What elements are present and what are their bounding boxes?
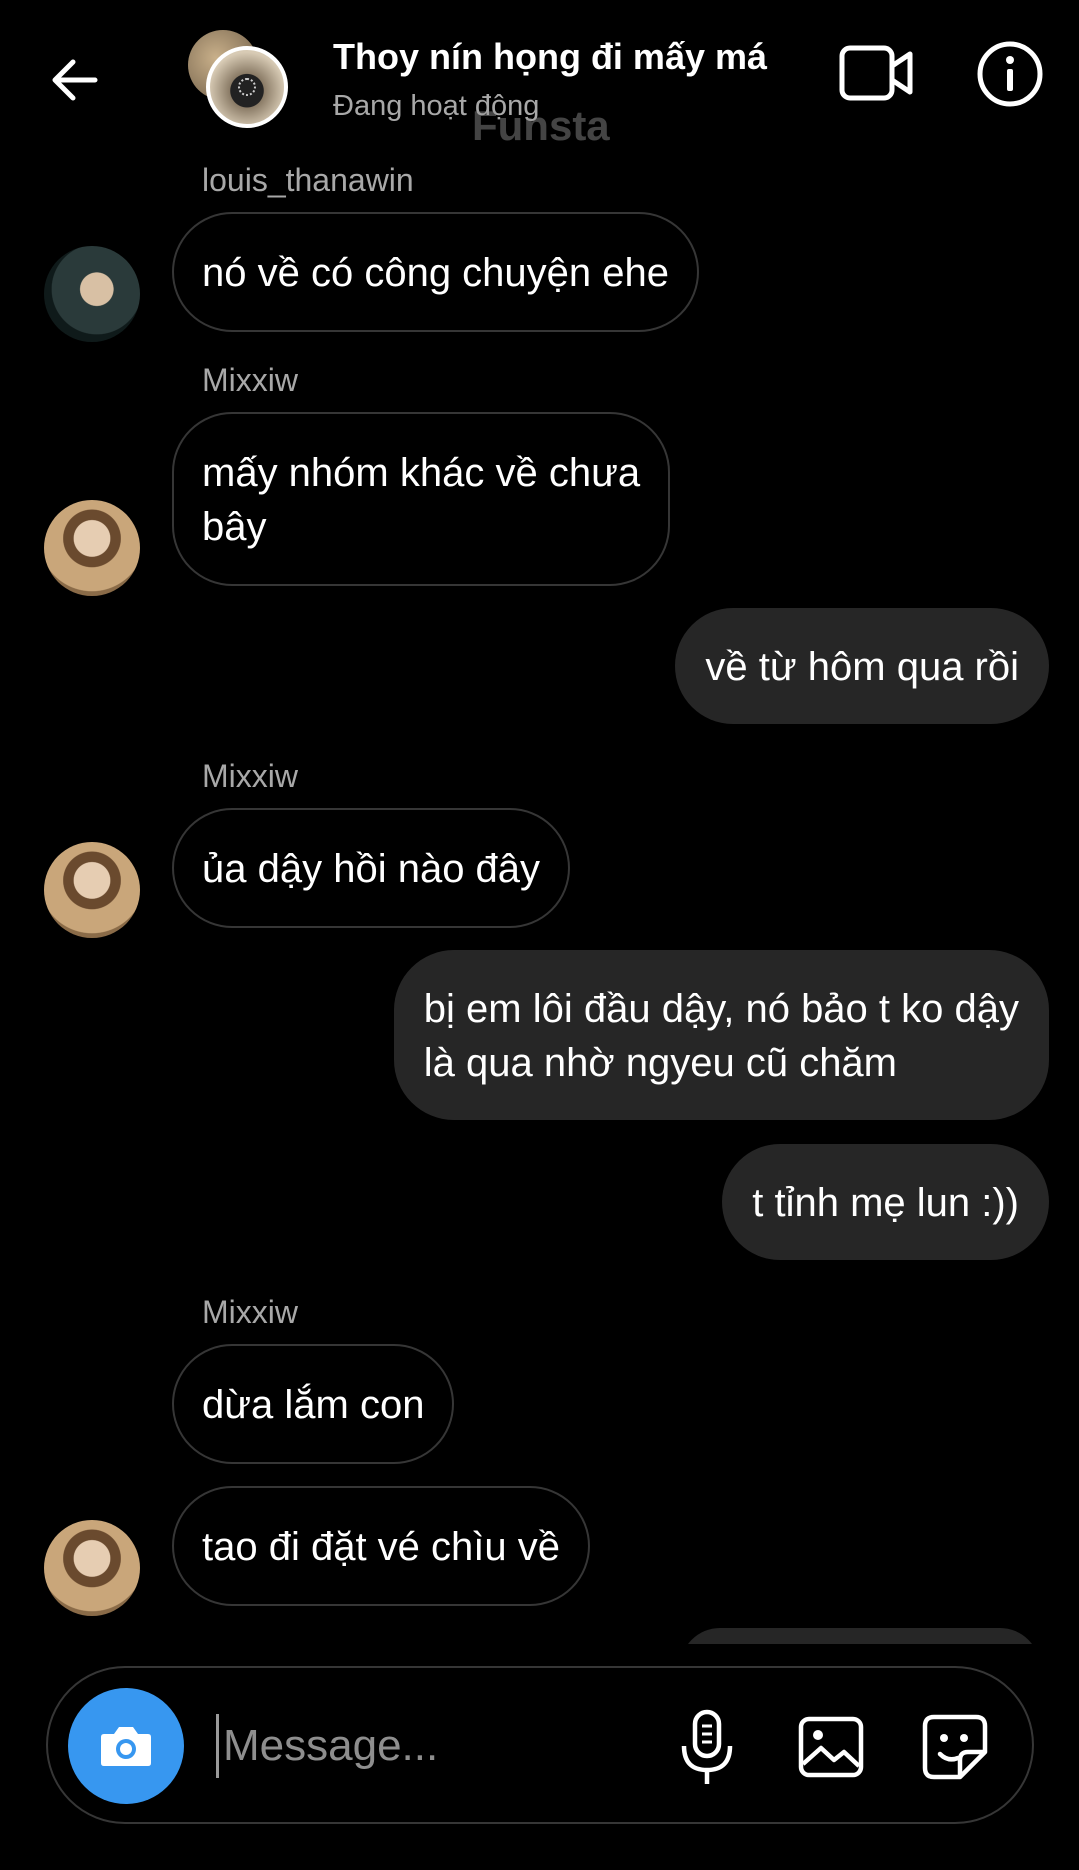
message-text: tao đi đặt vé chìu về xyxy=(202,1525,561,1569)
gallery-button[interactable] xyxy=(796,1712,866,1782)
arrow-left-icon xyxy=(52,59,98,101)
outgoing-message[interactable]: t tỉnh mẹ lun :)) xyxy=(722,1144,1049,1260)
incoming-message[interactable]: mấy nhóm khác về chưa bây xyxy=(172,412,671,586)
message-text: ủa dậy hồi nào đây xyxy=(202,847,541,891)
camera-button[interactable] xyxy=(68,1688,184,1804)
partial-outgoing-message xyxy=(680,1628,1040,1644)
message-text: nó về có công chuyện ehe xyxy=(202,251,670,295)
incoming-message[interactable]: tao đi đặt vé chìu về xyxy=(172,1486,591,1606)
video-call-button[interactable] xyxy=(838,40,914,106)
group-avatar[interactable] xyxy=(188,28,298,128)
incoming-message[interactable]: ủa dậy hồi nào đây xyxy=(172,808,571,928)
message-sender: Mixxiw xyxy=(202,362,298,398)
message-sender: Mixxiw xyxy=(202,758,298,794)
message-sender: louis_thanawin xyxy=(202,162,414,198)
info-button[interactable] xyxy=(976,40,1044,108)
loading-spinner-icon xyxy=(238,78,256,96)
message-text: là qua nhờ ngyeu cũ chăm xyxy=(423,1041,897,1085)
message-text: t tỉnh mẹ lun :)) xyxy=(752,1181,1019,1225)
outgoing-message[interactable]: bị em lôi đầu dậy, nó bảo t ko dậy là qu… xyxy=(393,950,1049,1120)
chat-header: Thoy nín họng đi mấy má Đang hoạt động F… xyxy=(0,0,1079,160)
message-text: bây xyxy=(202,505,267,549)
message-sender: Mixxiw xyxy=(202,1294,298,1330)
video-camera-icon xyxy=(839,45,913,101)
voice-message-button[interactable] xyxy=(674,1708,740,1788)
sticker-icon xyxy=(922,1714,988,1780)
message-text: bị em lôi đầu dậy, nó bảo t ko dậy xyxy=(423,987,1019,1031)
message-text: dừa lắm con xyxy=(202,1383,425,1427)
sender-avatar[interactable] xyxy=(44,842,140,938)
incoming-message[interactable]: dừa lắm con xyxy=(172,1344,455,1464)
message-text: về từ hôm qua rồi xyxy=(705,645,1019,689)
sender-avatar[interactable] xyxy=(44,1520,140,1616)
message-text: mấy nhóm khác về chưa xyxy=(202,451,641,495)
incoming-message[interactable]: nó về có công chuyện ehe xyxy=(172,212,700,332)
sender-avatar[interactable] xyxy=(44,246,140,342)
message-input[interactable] xyxy=(216,1714,676,1778)
microphone-icon xyxy=(681,1709,733,1784)
sender-avatar[interactable] xyxy=(44,500,140,596)
back-button[interactable] xyxy=(44,50,104,110)
message-composer xyxy=(46,1666,1034,1824)
chat-title[interactable]: Thoy nín họng đi mấy má xyxy=(333,36,767,78)
outgoing-message[interactable]: về từ hôm qua rồi xyxy=(675,608,1049,724)
sticker-button[interactable] xyxy=(920,1712,990,1782)
info-icon xyxy=(977,41,1043,107)
watermark: Funsta xyxy=(472,102,610,149)
group-avatar-primary xyxy=(206,46,288,128)
image-icon xyxy=(798,1716,864,1778)
camera-icon xyxy=(101,1727,151,1766)
